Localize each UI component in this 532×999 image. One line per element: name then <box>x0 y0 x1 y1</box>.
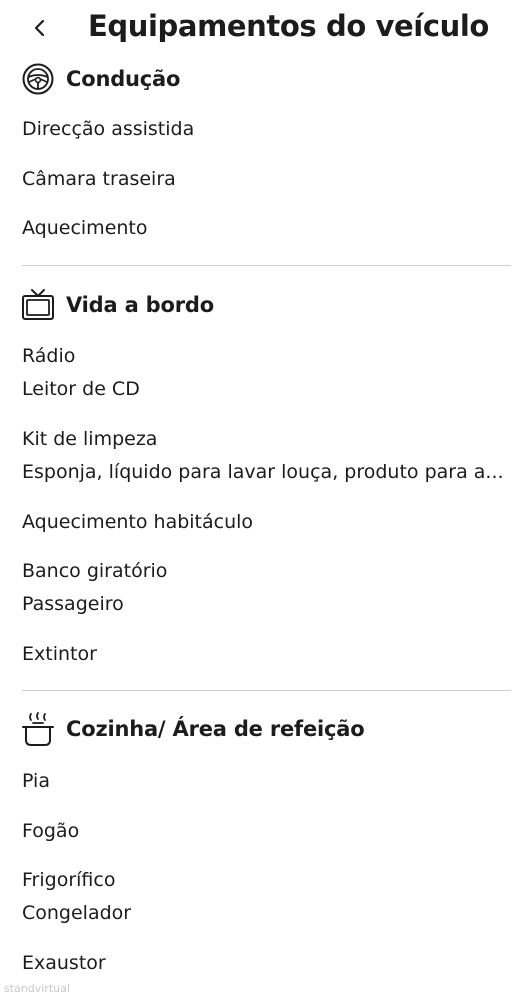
list-item: Esponja, líquido para lavar louça, produ… <box>22 461 504 483</box>
header-bar: Equipamentos do veículo <box>0 0 532 56</box>
back-button[interactable] <box>24 12 56 44</box>
page-title: Equipamentos do veículo <box>88 9 489 43</box>
section-title: Cozinha/ Área de refeição <box>66 717 365 741</box>
section-header: Vida a bordo <box>0 288 532 328</box>
list-item: Pia <box>22 770 50 792</box>
section-header: Cozinha/ Área de refeição <box>0 712 532 752</box>
list-item: Exaustor <box>22 952 106 974</box>
divider <box>22 690 511 691</box>
watermark: standvirtual <box>4 982 70 995</box>
list-item: Aquecimento habitáculo <box>22 511 254 533</box>
list-item: Banco giratório <box>22 560 168 582</box>
tv-icon <box>22 289 54 320</box>
section-conducao: Condução Direcção assistida Câmara trase… <box>0 62 532 272</box>
cooking-pot-icon <box>22 712 54 746</box>
section-header: Condução <box>0 62 532 102</box>
list-item: Extintor <box>22 643 97 665</box>
list-item: Leitor de CD <box>22 378 140 400</box>
list-item: Passageiro <box>22 593 124 615</box>
section-vida-a-bordo: Vida a bordo Rádio Leitor de CD Kit de l… <box>0 288 532 688</box>
list-item: Câmara traseira <box>22 168 176 190</box>
list-item: Congelador <box>22 902 132 924</box>
section-cozinha: Cozinha/ Área de refeição Pia Fogão Frig… <box>0 712 532 999</box>
list-item: Direcção assistida <box>22 118 195 140</box>
section-title: Vida a bordo <box>66 293 214 317</box>
list-item: Kit de limpeza <box>22 428 158 450</box>
divider <box>22 265 511 266</box>
section-title: Condução <box>66 67 181 91</box>
list-item: Frigorífico <box>22 869 116 891</box>
chevron-left-icon <box>34 19 45 37</box>
list-item: Rádio <box>22 345 76 367</box>
list-item: Aquecimento <box>22 217 148 239</box>
steering-wheel-icon <box>22 63 54 95</box>
list-item: Fogão <box>22 820 80 842</box>
